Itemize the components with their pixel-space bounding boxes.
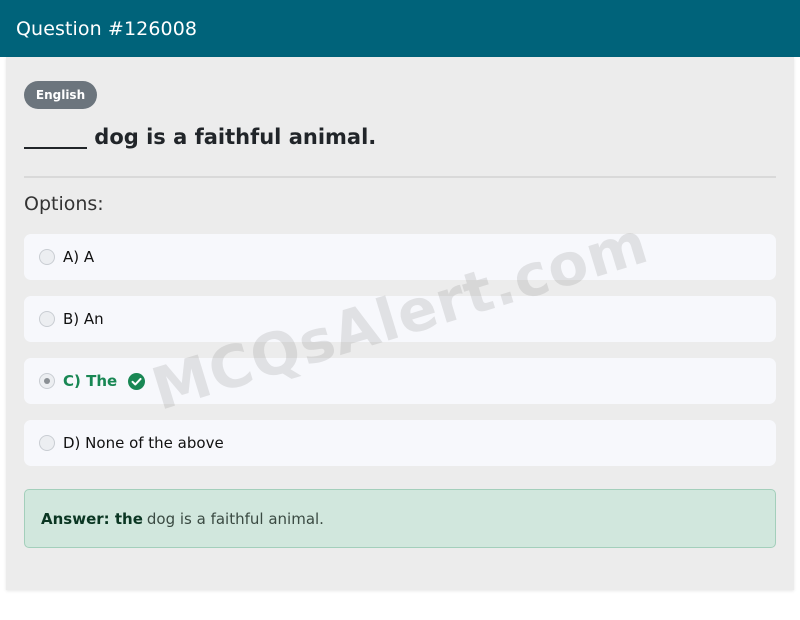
check-circle-icon bbox=[128, 372, 146, 390]
option-label: D) None of the above bbox=[63, 434, 224, 452]
option-b[interactable]: B) An bbox=[24, 296, 776, 342]
option-label: B) An bbox=[63, 310, 104, 328]
answer-explanation: dog is a faithful animal. bbox=[146, 509, 324, 528]
radio-button[interactable] bbox=[39, 435, 55, 451]
answer-key: Answer: the bbox=[41, 509, 143, 528]
option-c[interactable]: C) The bbox=[24, 358, 776, 404]
radio-button[interactable] bbox=[39, 249, 55, 265]
option-label: A) A bbox=[63, 248, 95, 266]
option-label: C) The bbox=[63, 372, 118, 390]
option-d[interactable]: D) None of the above bbox=[24, 420, 776, 466]
answer-box: Answer: the dog is a faithful animal. bbox=[24, 489, 776, 548]
radio-button-checked[interactable] bbox=[39, 373, 55, 389]
question-text: ______ dog is a faithful animal. bbox=[24, 125, 377, 149]
category-badge[interactable]: English bbox=[24, 81, 97, 109]
divider bbox=[24, 176, 776, 178]
radio-button[interactable] bbox=[39, 311, 55, 327]
option-a[interactable]: A) A bbox=[24, 234, 776, 280]
options-label: Options: bbox=[24, 193, 104, 215]
question-header: Question #126008 bbox=[0, 0, 800, 57]
question-title: Question #126008 bbox=[16, 17, 198, 40]
